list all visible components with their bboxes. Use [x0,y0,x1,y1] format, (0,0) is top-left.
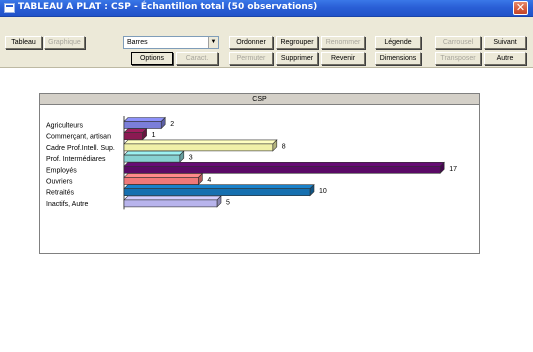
bar [123,139,278,152]
data-label: 1 [152,132,156,139]
category-label: Commerçant, artisan [46,134,111,141]
close-button[interactable]: ✕ [513,1,528,15]
category-label: Ouvriers [46,179,73,186]
data-label: 4 [207,177,211,184]
window-icon [4,3,15,13]
chart-panel: CSP Agriculteurs 2 Commerçant, artisan 1 Cad… [39,93,480,254]
category-label: Inactifs, Autre [46,201,89,208]
data-label: 10 [319,188,327,195]
data-label: 5 [226,199,230,206]
regrouper-button[interactable]: Regrouper [276,36,318,49]
bar [123,195,222,208]
renommer-button[interactable]: Renommer [321,36,365,49]
app-window: TABLEAU A PLAT : CSP - Échantillon total… [0,0,533,352]
window-title: TABLEAU A PLAT : CSP - Échantillon total… [18,2,318,12]
bar-chart: Agriculteurs 2 Commerçant, artisan 1 Cadre P… [46,116,457,210]
data-label: 17 [449,166,457,173]
legende-button[interactable]: Légende [375,36,421,49]
category-label: Retraités [46,190,75,197]
caract-button[interactable]: Caract. [176,52,218,65]
data-label: 2 [170,121,174,128]
category-label: Agriculteurs [46,123,83,130]
close-icon: ✕ [515,1,526,14]
toolbar: Tableau Graphique Barres ▼ Ordonner Regr… [0,17,533,68]
category-label: Cadre Prof.Intell. Sup. [46,145,115,152]
supprimer-button[interactable]: Supprimer [276,52,318,65]
permuter-button[interactable]: Permuter [229,52,273,65]
bar [123,161,445,175]
carrousel-button[interactable]: Carrousel [435,36,481,49]
bar [123,116,166,130]
data-label: 8 [282,143,286,150]
autre-button[interactable]: Autre [484,52,526,65]
bar [123,172,204,186]
options-button[interactable]: Options [131,52,173,65]
chart-type-select[interactable]: Barres ▼ [123,36,219,49]
suivant-button[interactable]: Suivant [484,36,526,49]
bar [123,150,185,163]
chart-title: CSP [40,94,479,105]
data-label: 3 [189,155,193,162]
title-bar[interactable]: TABLEAU A PLAT : CSP - Échantillon total… [0,0,533,17]
category-label: Employés [46,167,77,174]
transposer-button[interactable]: Transposer [435,52,481,65]
chart-type-value: Barres [127,39,148,46]
bar [123,127,148,141]
tableau-button[interactable]: Tableau [5,36,42,49]
graphique-button[interactable]: Graphique [44,36,85,49]
ordonner-button[interactable]: Ordonner [229,36,273,49]
chevron-down-icon[interactable]: ▼ [208,37,218,48]
category-label: Prof. Intermédiares [46,156,106,163]
revenir-button[interactable]: Revenir [321,52,365,65]
dimensions-button[interactable]: Dimensions [375,52,421,65]
bar [123,183,315,197]
